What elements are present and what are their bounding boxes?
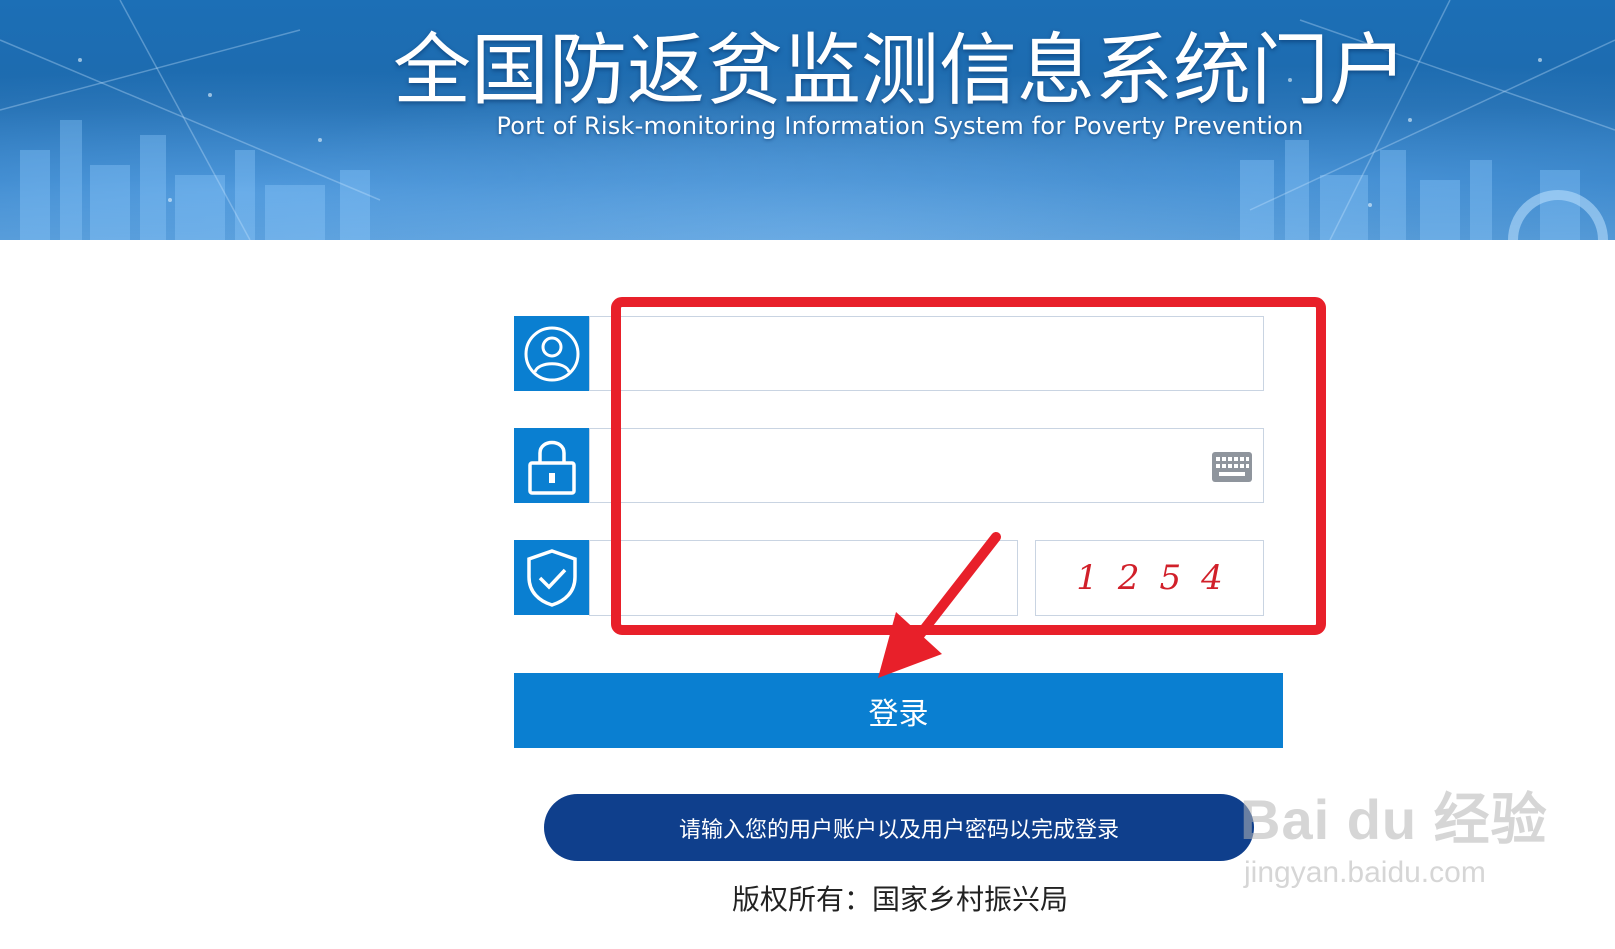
header-banner: 全国防返贫监测信息系统门户 Port of Risk-monitoring In… <box>0 0 1615 240</box>
login-hint: 请输入您的用户账户以及用户密码以完成登录 <box>544 794 1254 861</box>
annotation-arrow-head <box>878 612 942 678</box>
watermark-brand: Bai du 经验 <box>1240 788 1548 851</box>
page-title: 全国防返贫监测信息系统门户 <box>392 26 1407 116</box>
captcha-digit: 4 <box>1201 558 1223 598</box>
username-input[interactable] <box>590 317 1263 390</box>
username-icon-box <box>514 316 589 391</box>
lock-icon <box>527 440 576 495</box>
captcha-digit: 1 <box>1076 558 1098 598</box>
watermark-url: jingyan.baidu.com <box>1244 856 1486 889</box>
captcha-digit: 5 <box>1159 558 1182 598</box>
password-icon-box <box>514 428 589 503</box>
captcha-image[interactable]: 1 2 5 4 <box>1035 540 1264 616</box>
shield-check-icon <box>526 548 577 607</box>
password-input[interactable] <box>590 429 1263 502</box>
captcha-digit: 2 <box>1117 558 1140 598</box>
username-field[interactable] <box>589 316 1264 391</box>
password-field[interactable] <box>589 428 1264 503</box>
login-button[interactable]: 登录 <box>514 673 1283 748</box>
captcha-field[interactable] <box>589 540 1018 616</box>
captcha-input[interactable] <box>590 541 1017 615</box>
captcha-icon-box <box>514 540 589 615</box>
keyboard-icon[interactable] <box>1211 451 1253 483</box>
baidu-watermark: Bai du 经验 jingyan.baidu.com <box>1240 775 1548 890</box>
page-subtitle: Port of Risk-monitoring Information Syst… <box>496 112 1304 140</box>
user-icon <box>524 326 579 381</box>
login-hint-text: 请输入您的用户账户以及用户密码以完成登录 <box>678 817 1119 843</box>
